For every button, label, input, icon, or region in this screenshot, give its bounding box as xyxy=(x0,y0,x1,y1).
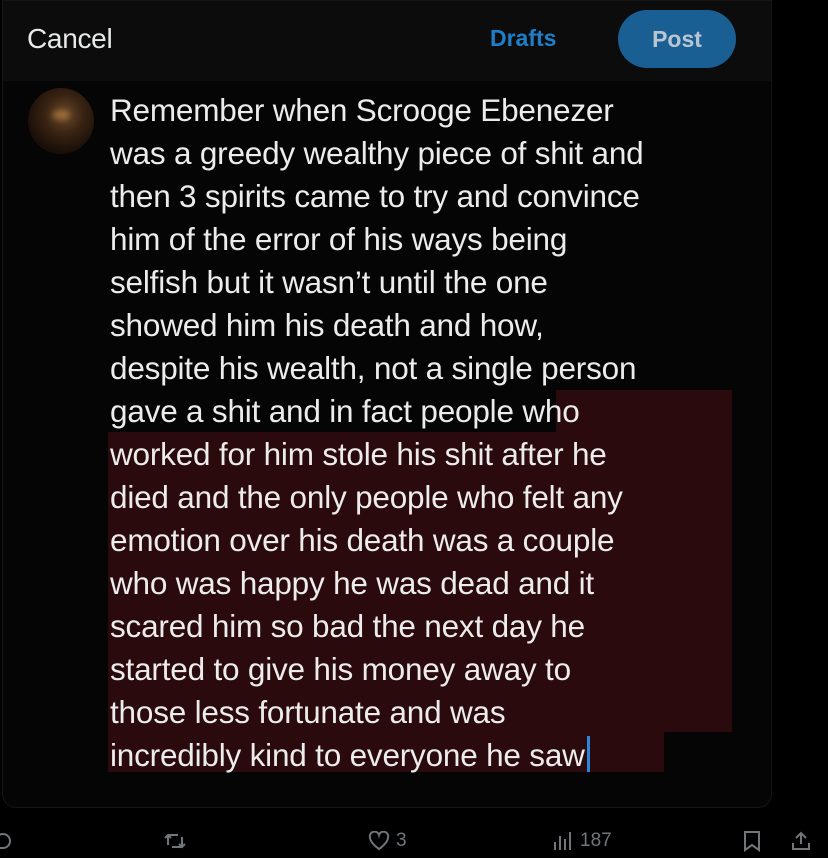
text-caret xyxy=(586,736,590,772)
cancel-button[interactable]: Cancel xyxy=(27,23,113,55)
text-line: was a greedy wealthy piece of shit and xyxy=(110,135,644,171)
share-icon xyxy=(790,830,812,852)
text-line: started to give his money away to xyxy=(110,651,571,687)
post-action-bar: 3 187 xyxy=(0,820,828,858)
avatar[interactable] xyxy=(28,88,94,154)
text-line: emotion over his death was a couple xyxy=(110,522,615,558)
text-line: died and the only people who felt any xyxy=(110,479,623,515)
like-button[interactable]: 3 xyxy=(368,830,407,852)
post-button[interactable]: Post xyxy=(618,10,736,68)
drafts-button[interactable]: Drafts xyxy=(490,25,556,52)
reply-icon xyxy=(0,830,14,852)
text-line: who was happy he was dead and it xyxy=(110,565,594,601)
text-line: Remember when Scrooge Ebenezer xyxy=(110,92,614,128)
views-icon xyxy=(552,830,574,852)
text-line: then 3 spirits came to try and convince xyxy=(110,178,640,214)
views-button[interactable]: 187 xyxy=(552,830,612,852)
composer-header: Cancel Drafts Post xyxy=(3,1,771,81)
post-text-input[interactable]: Remember when Scrooge Ebenezer was a gre… xyxy=(110,89,750,777)
repost-icon xyxy=(163,830,187,852)
text-line: those less fortunate and was xyxy=(110,694,506,730)
bookmark-icon xyxy=(743,830,761,852)
like-icon xyxy=(368,831,390,851)
avatar-image-detail xyxy=(52,110,70,120)
bookmark-button[interactable] xyxy=(743,830,761,852)
last-text-line: incredibly kind to everyone he saw xyxy=(110,734,750,777)
text-line: incredibly kind to everyone he saw xyxy=(110,737,585,773)
text-line: selfish but it wasn’t until the one xyxy=(110,264,548,300)
text-line: him of the error of his ways being xyxy=(110,221,568,257)
repost-button[interactable] xyxy=(163,830,187,852)
views-count: 187 xyxy=(580,830,612,851)
screen: Cancel Drafts Post Remember when Scrooge… xyxy=(0,0,828,858)
text-line: showed him his death and how, xyxy=(110,307,544,343)
reply-button[interactable] xyxy=(0,830,14,852)
text-line: despite his wealth, not a single person xyxy=(110,350,637,386)
text-line: scared him so bad the next day he xyxy=(110,608,585,644)
text-line: worked for him stole his shit after he xyxy=(110,436,607,472)
text-line: gave a shit and in fact people who xyxy=(110,393,580,429)
like-count: 3 xyxy=(396,830,407,851)
share-button[interactable] xyxy=(790,830,812,852)
